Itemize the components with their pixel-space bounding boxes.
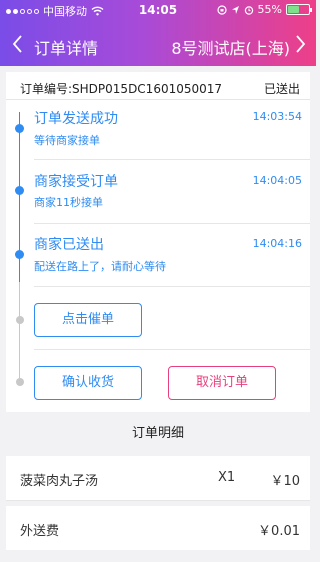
timeline-node-sent (15, 124, 24, 133)
timeline-node-confirm (16, 378, 24, 386)
urge-order-button[interactable]: 点击催单 (34, 303, 142, 337)
divider (6, 99, 310, 100)
item-name: 菠菜肉丸子汤 (20, 474, 99, 489)
status-bar: 中国移动 14:05 55% (0, 0, 316, 20)
event-subtitle-sent: 等待商家接单 (34, 134, 100, 147)
battery-percent: 55% (257, 3, 282, 16)
delivery-fee-value: ￥0.01 (258, 524, 300, 539)
event-title-accepted: 商家接受订单 (34, 174, 118, 190)
order-number: 订单编号:SHDP015DC1601050017 (20, 82, 223, 96)
event-time-sent: 14:03:54 (252, 110, 302, 123)
battery-fill (288, 6, 299, 13)
alarm-icon (244, 5, 253, 15)
navigation-bar: 订单详情 8号测试店(上海) (0, 22, 316, 66)
order-state-badge: 已送出 (263, 82, 300, 96)
item-price: ￥10 (270, 474, 300, 489)
order-item-row: 菠菜肉丸子汤 X1 ￥10 (6, 456, 310, 500)
event-time-accepted: 14:04:05 (252, 174, 302, 187)
order-status-card: 订单编号:SHDP015DC1601050017 已送出 订单发送成功 14:0… (6, 72, 310, 412)
battery-icon (286, 4, 312, 15)
store-name[interactable]: 8号测试店(上海) (171, 35, 290, 59)
chevron-right-icon[interactable] (292, 33, 308, 55)
orientation-lock-icon (216, 4, 227, 15)
header-bar: 中国移动 14:05 55% 订单详情 8号测试店(上海) (0, 0, 316, 66)
divider (6, 500, 310, 501)
order-details-header: 订单明细 (131, 426, 184, 441)
confirm-receipt-button[interactable]: 确认收货 (34, 366, 142, 400)
divider (34, 159, 310, 160)
cancel-order-button[interactable]: 取消订单 (168, 366, 276, 400)
divider (34, 349, 310, 350)
timeline-node-accepted (15, 186, 24, 195)
timeline-node-urge (16, 316, 24, 324)
delivery-fee-row: 外送费 ￥0.01 (6, 506, 310, 550)
event-title-delivering: 商家已送出 (34, 237, 104, 253)
event-time-delivering: 14:04:16 (252, 237, 302, 250)
item-quantity: X1 (218, 470, 236, 485)
divider (34, 223, 310, 224)
chevron-left-icon[interactable] (10, 33, 26, 55)
page-title: 订单详情 (34, 39, 99, 58)
divider (34, 286, 310, 287)
delivery-fee-label: 外送费 (20, 524, 60, 539)
location-icon (231, 5, 239, 14)
event-subtitle-delivering: 配送在路上了，请耐心等待 (34, 260, 166, 273)
event-title-sent: 订单发送成功 (34, 111, 118, 127)
event-subtitle-accepted: 商家11秒接单 (34, 196, 103, 209)
timeline-node-delivering (15, 250, 24, 259)
